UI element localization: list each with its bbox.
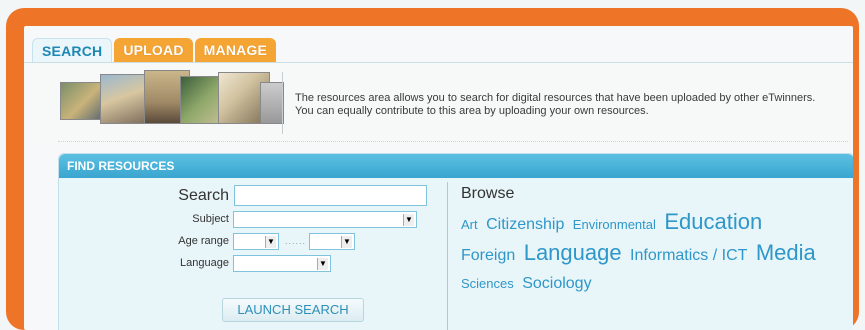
chevron-down-icon: ▼ — [317, 258, 328, 270]
chevron-down-icon: ▼ — [403, 214, 414, 226]
tag-sociology[interactable]: Sociology — [522, 275, 591, 292]
intro-text: The resources area allows you to search … — [295, 92, 853, 118]
resources-container: SEARCH UPLOAD MANAGE The resources area … — [24, 26, 853, 330]
intro-separator — [282, 72, 283, 134]
tag-citizenship[interactable]: Citizenship — [486, 216, 564, 233]
search-label: Search — [178, 187, 229, 204]
tag-media[interactable]: Media — [756, 240, 816, 265]
intro-line-2: You can equally contribute to this area … — [295, 105, 649, 117]
tag-education[interactable]: Education — [664, 209, 762, 234]
subject-select[interactable]: ▼ — [233, 211, 417, 228]
intro-line-1: The resources area allows you to search … — [295, 92, 816, 104]
dotted-divider — [58, 141, 848, 142]
age-range-label: Age range — [178, 235, 229, 247]
browse-divider — [447, 182, 448, 330]
find-resources-header: FIND RESOURCES — [59, 154, 853, 178]
search-input[interactable] — [234, 185, 427, 206]
subject-label: Subject — [192, 213, 229, 225]
tab-manage[interactable]: MANAGE — [194, 38, 277, 62]
age-to-select[interactable]: ▼ — [309, 233, 355, 250]
find-resources-panel: FIND RESOURCES Search Subject ▼ Age rang… — [58, 153, 853, 330]
orange-frame: SEARCH UPLOAD MANAGE The resources area … — [6, 8, 859, 330]
tag-foreign[interactable]: Foreign — [461, 247, 515, 264]
launch-search-button[interactable]: LAUNCH SEARCH — [222, 298, 364, 322]
tag-informatics-ict[interactable]: Informatics / ICT — [630, 247, 747, 264]
age-from-select[interactable]: ▼ — [233, 233, 279, 250]
tab-upload[interactable]: UPLOAD — [114, 38, 193, 62]
browse-title: Browse — [461, 185, 515, 202]
language-select[interactable]: ▼ — [233, 255, 331, 272]
tab-search[interactable]: SEARCH — [32, 38, 113, 63]
age-range-separator: ...... — [285, 236, 307, 246]
chevron-down-icon: ▼ — [341, 236, 352, 248]
tag-language[interactable]: Language — [524, 240, 622, 265]
language-label: Language — [180, 257, 229, 269]
chevron-down-icon: ▼ — [265, 236, 276, 248]
tab-bar: SEARCH UPLOAD MANAGE — [32, 38, 278, 64]
tag-art[interactable]: Art — [461, 217, 478, 232]
resources-collage-image — [60, 70, 284, 130]
tag-sciences[interactable]: Sciences — [461, 276, 514, 291]
tag-environmental[interactable]: Environmental — [573, 217, 656, 232]
browse-tag-cloud: Art Citizenship Environmental Education … — [461, 208, 841, 298]
